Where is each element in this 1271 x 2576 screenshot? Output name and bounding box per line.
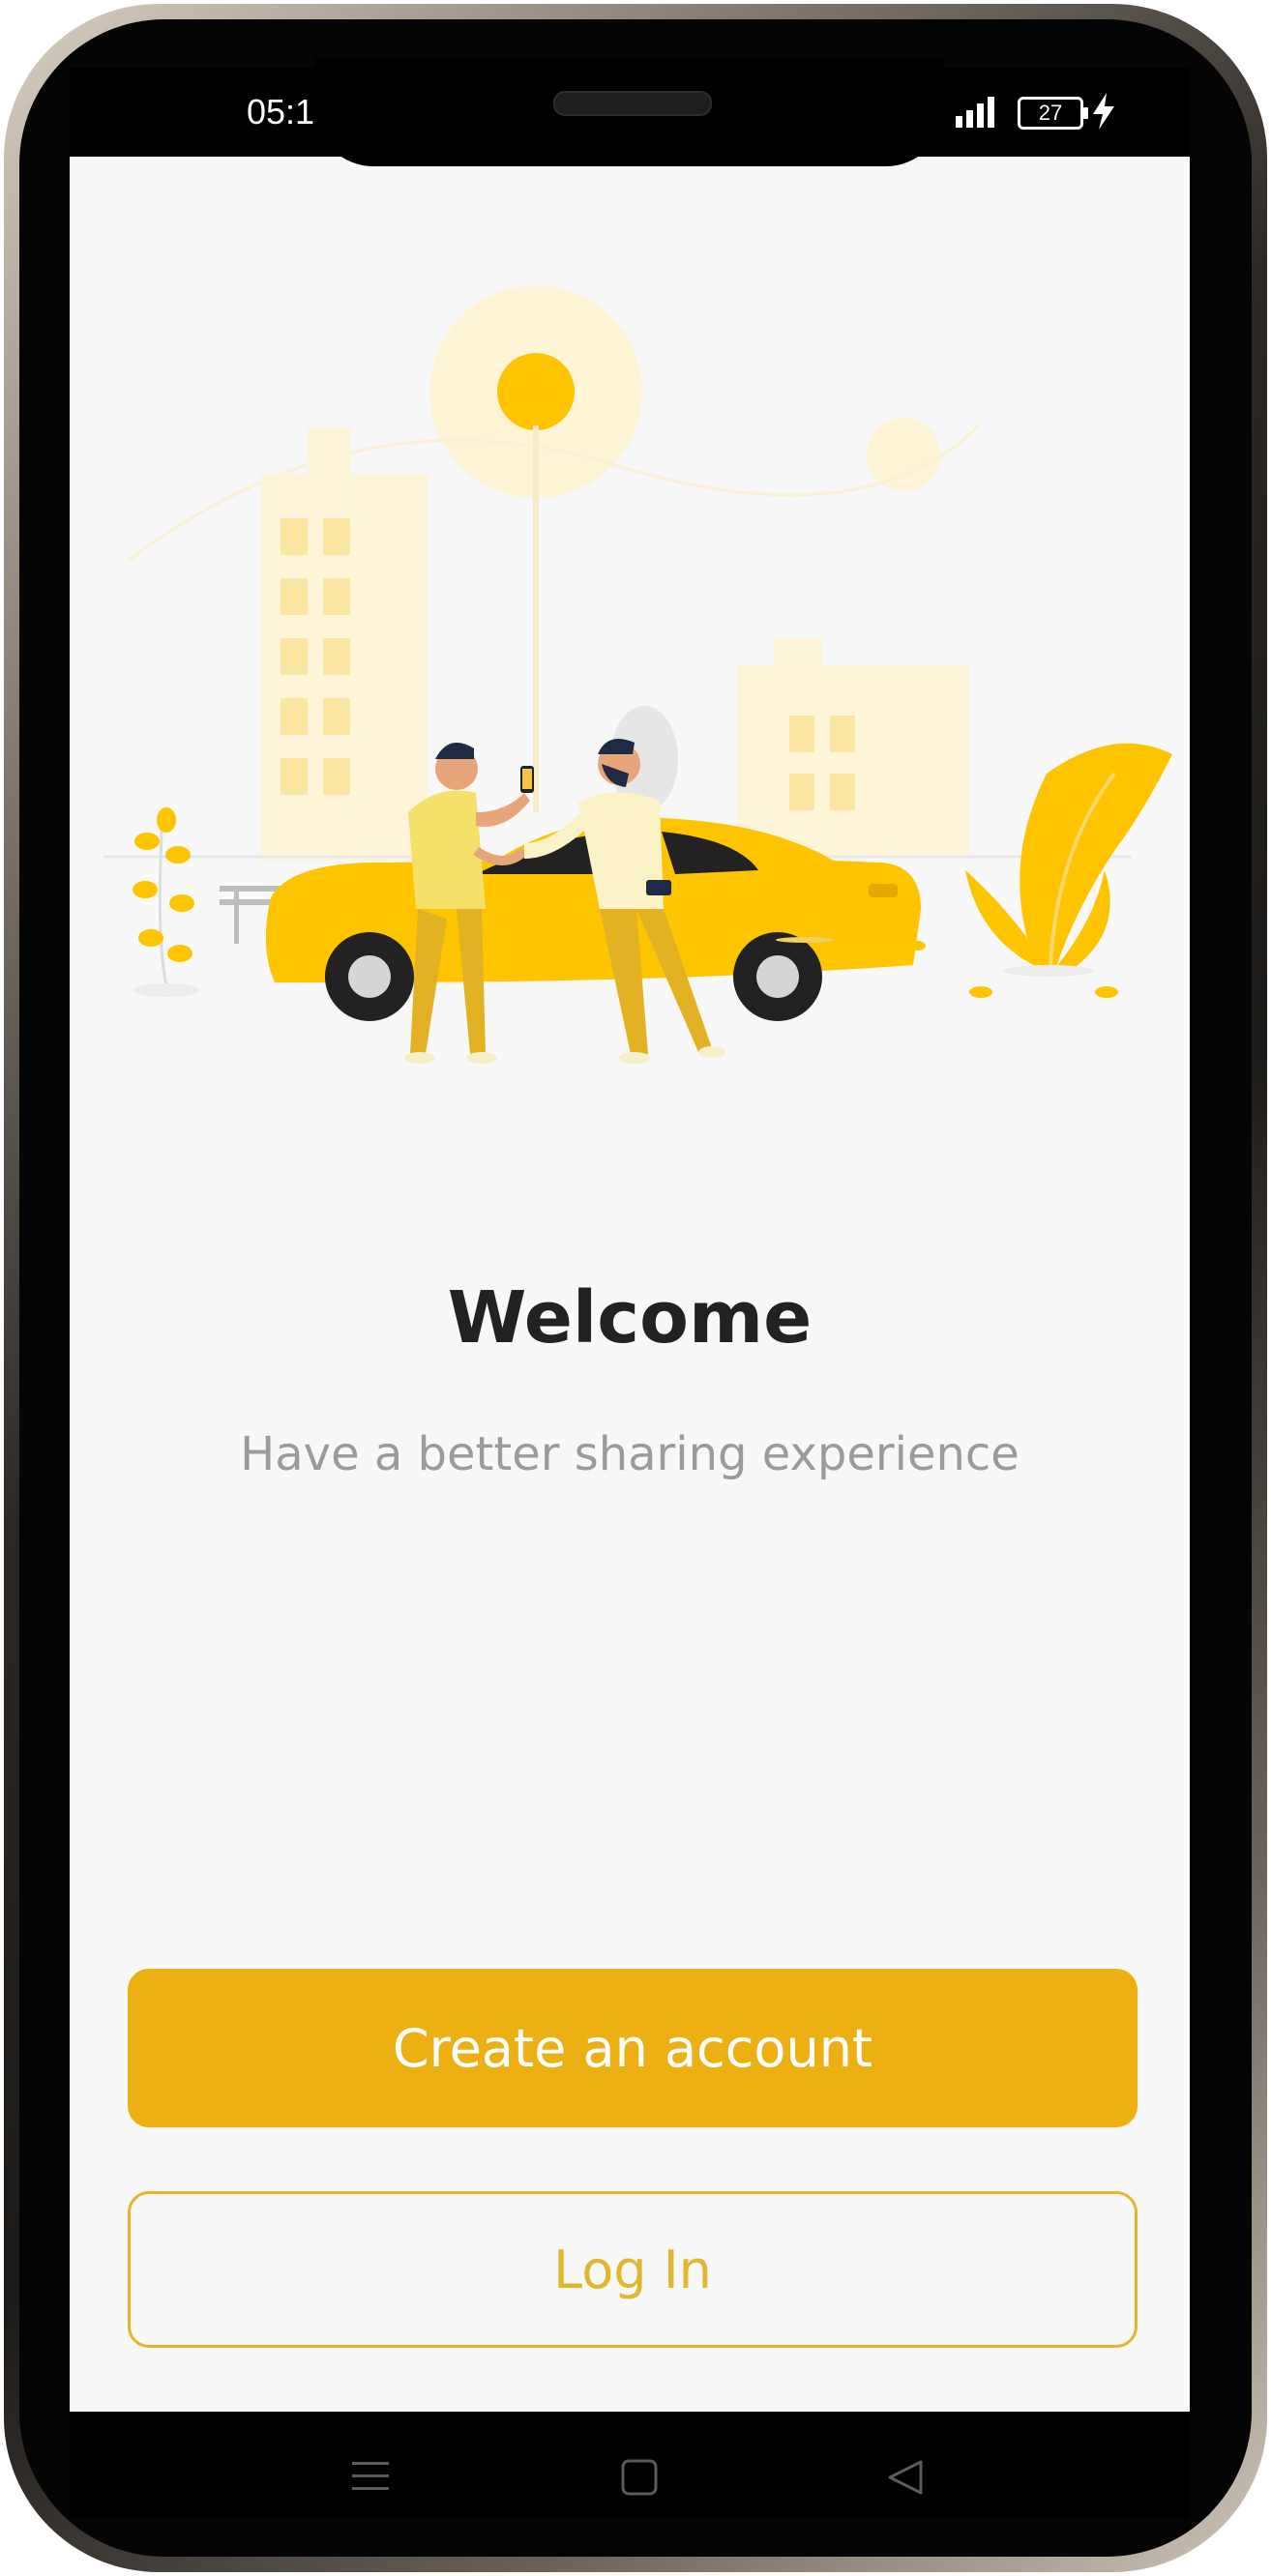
cellular-signal-icon — [956, 97, 994, 128]
car-sharing-illustration — [103, 285, 1172, 1064]
welcome-title: Welcome — [447, 1276, 813, 1360]
triangle-back-icon[interactable] — [886, 2458, 925, 2497]
battery-icon: 27 — [1018, 97, 1088, 130]
battery-level: 27 — [1038, 101, 1063, 125]
square-home-icon[interactable] — [620, 2458, 659, 2497]
welcome-subtitle: Have a better sharing experience — [240, 1427, 1020, 1481]
menu-lines-icon[interactable] — [350, 2458, 391, 2495]
lightning-bolt-icon — [1093, 93, 1114, 130]
create-account-button[interactable]: Create an account — [128, 1969, 1138, 2127]
log-in-button[interactable]: Log In — [128, 2191, 1138, 2348]
status-time: 05:1 — [247, 92, 315, 132]
earpiece-speaker — [553, 91, 712, 116]
